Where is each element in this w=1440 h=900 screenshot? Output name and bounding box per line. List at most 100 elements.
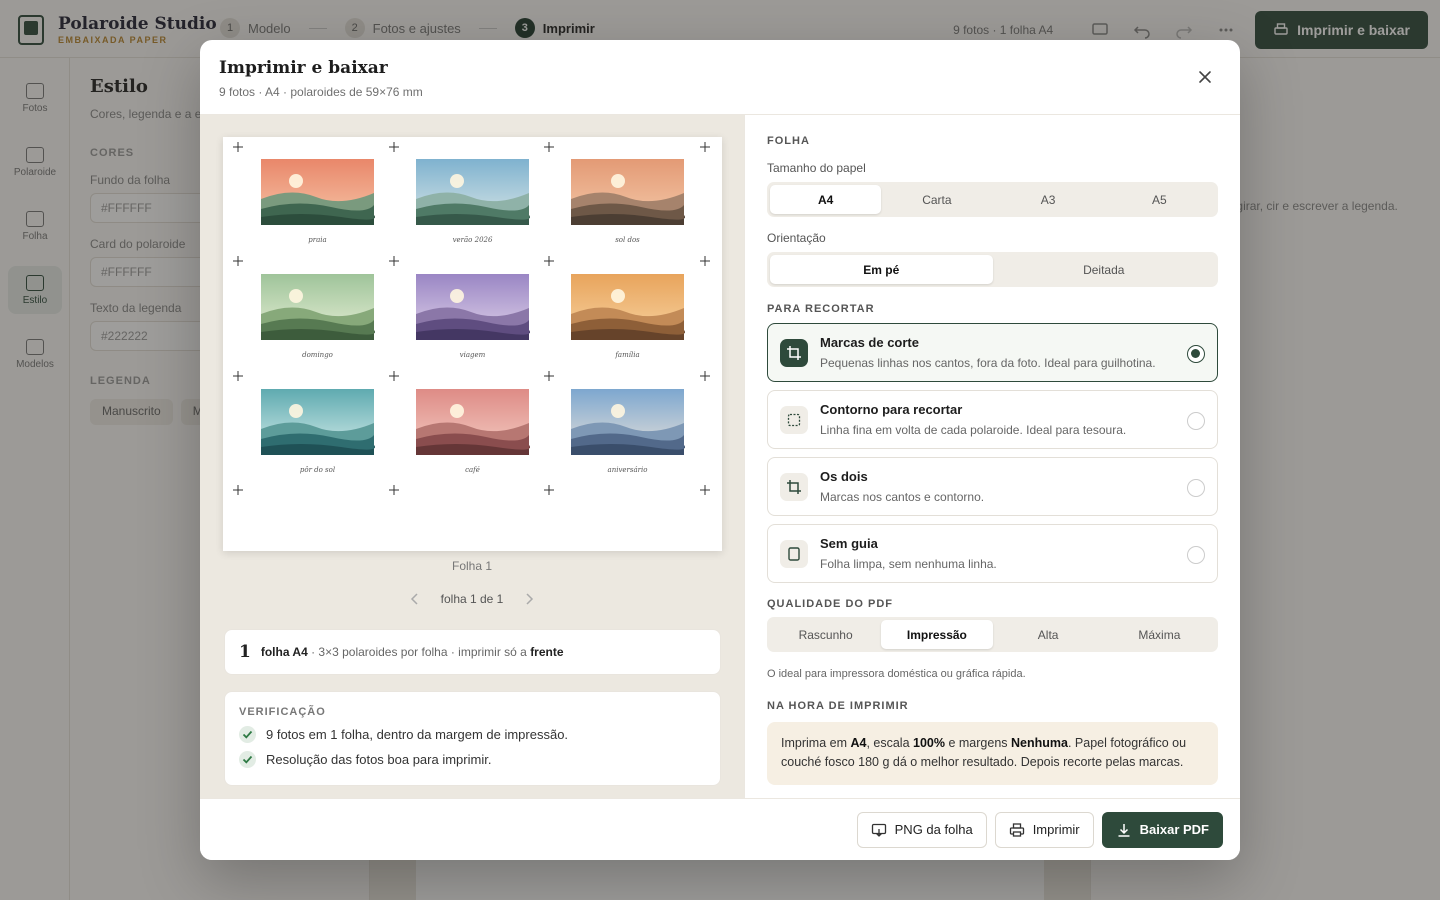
sheet-label: Folha 1: [451, 559, 493, 573]
sun-shape: [611, 289, 625, 303]
crop-mark: [233, 485, 243, 495]
quality-option-alta[interactable]: Alta: [993, 620, 1104, 649]
sun-shape: [611, 404, 625, 418]
chevron-right-icon[interactable]: [521, 591, 537, 607]
pager-label: folha 1 de 1: [440, 592, 504, 606]
crop-mark: [389, 142, 399, 152]
png-download-button[interactable]: PNG da folha: [856, 811, 987, 848]
paper-option-carta[interactable]: Carta: [881, 185, 992, 214]
guide-option-title: Os dois: [820, 469, 868, 484]
verification-box: VERIFICAÇÃO 9 fotos em 1 folha, dentro d…: [224, 691, 721, 786]
sheet-preview: praia verão 2026 sol dos domingo viagem famíl…: [223, 137, 722, 551]
orientation-landscape[interactable]: Deitada: [993, 255, 1216, 284]
print-summary: 1 folha A4 · 3×3 polaroides por folha · …: [224, 629, 721, 675]
crop-mark: [233, 371, 243, 381]
quality-option-rascunho[interactable]: Rascunho: [770, 620, 881, 649]
sun-shape: [289, 174, 303, 188]
paper-option-a3[interactable]: A3: [993, 185, 1104, 214]
quality-option-maxima[interactable]: Máxima: [1104, 620, 1215, 649]
preview-pane: praia verão 2026 sol dos domingo viagem famíl…: [200, 115, 744, 798]
print-label: Imprimir: [1032, 822, 1080, 837]
crop-mark: [233, 256, 243, 266]
summary-detail: · 3×3 polaroides por folha · imprimir só…: [307, 645, 531, 659]
close-icon[interactable]: [1194, 66, 1216, 88]
paper-option-a5[interactable]: A5: [1104, 185, 1215, 214]
crop-mark: [544, 142, 554, 152]
verification-text: Resolução das fotos boa para imprimir.: [266, 752, 492, 767]
polaroid-caption: sol dos: [615, 236, 640, 244]
verification-text: 9 fotos em 1 folha, dentro da margem de …: [266, 727, 569, 742]
guide-option-desc: Linha fina em volta de cada polaroide. I…: [820, 423, 1127, 437]
guide-option-outline[interactable]: Contorno para recortar Linha fina em vol…: [767, 390, 1218, 449]
crop-mark: [389, 256, 399, 266]
guide-option-title: Marcas de corte: [820, 335, 919, 350]
radio-selected[interactable]: [1187, 345, 1205, 363]
guide-option-both[interactable]: Os dois Marcas nos cantos e contorno.: [767, 457, 1218, 516]
crop-marks-icon: [780, 472, 808, 501]
polaroid-caption: viagem: [460, 351, 486, 359]
section-folha: FOLHA: [767, 135, 810, 147]
quality-selector: Rascunho Impressão Alta Máxima: [767, 617, 1218, 652]
radio-unselected[interactable]: [1187, 412, 1205, 430]
paper-size-label: Tamanho do papel: [767, 161, 866, 175]
crop-mark: [389, 371, 399, 381]
crop-mark: [389, 485, 399, 495]
quality-option-impressao[interactable]: Impressão: [881, 620, 993, 649]
dialog-subtitle: 9 fotos · A4 · polaroides de 59×76 mm: [219, 85, 423, 99]
note-scale: 100%: [913, 736, 945, 750]
guide-option-crop-marks[interactable]: Marcas de corte Pequenas linhas nos cant…: [767, 323, 1218, 382]
dialog-title: Imprimir e baixar: [219, 58, 388, 78]
dialog-footer: PNG da folha Imprimir Baixar PDF: [200, 798, 1240, 860]
note-margins: Nenhuma: [1011, 736, 1068, 750]
radio-unselected[interactable]: [1187, 546, 1205, 564]
summary-text: folha A4 · 3×3 polaroides por folha · im…: [261, 645, 564, 659]
orientation-selector: Em pé Deitada: [767, 252, 1218, 287]
polaroid-caption: aniversário: [608, 466, 648, 474]
sun-shape: [611, 174, 625, 188]
dashed-outline-icon: [780, 405, 808, 434]
polaroid-caption: pôr do sol: [300, 466, 335, 474]
note-paper: A4: [850, 736, 867, 750]
crop-mark: [544, 371, 554, 381]
guide-option-desc: Folha limpa, sem nenhuma linha.: [820, 557, 997, 571]
polaroid-caption: verão 2026: [453, 236, 493, 244]
sheet-pager: folha 1 de 1: [200, 591, 744, 607]
section-recortar: PARA RECORTAR: [767, 303, 875, 315]
print-instructions: Imprima em A4, escala 100% e margens Nen…: [767, 722, 1218, 785]
note-text: , escala: [866, 736, 913, 750]
summary-side: frente: [530, 645, 564, 659]
sun-shape: [450, 174, 464, 188]
crop-mark: [700, 371, 710, 381]
crop-mark: [544, 485, 554, 495]
guide-option-desc: Pequenas linhas nos cantos, fora da foto…: [820, 356, 1156, 370]
sheet-preview-drawing: praia verão 2026 sol dos domingo viagem famíl…: [233, 142, 710, 495]
note-text: e margens: [944, 736, 1011, 750]
sun-shape: [289, 289, 303, 303]
orientation-label: Orientação: [767, 231, 826, 245]
section-qualidade: QUALIDADE DO PDF: [767, 598, 893, 610]
crop-mark: [544, 256, 554, 266]
polaroid-caption: família: [614, 351, 639, 359]
sun-shape: [450, 289, 464, 303]
verification-item: 9 fotos em 1 folha, dentro da margem de …: [239, 726, 706, 743]
orientation-portrait[interactable]: Em pé: [770, 255, 993, 284]
download-pdf-label: Baixar PDF: [1139, 822, 1209, 837]
check-icon: [239, 726, 256, 743]
polaroid-caption: café: [465, 466, 480, 474]
radio-unselected[interactable]: [1187, 479, 1205, 497]
print-button[interactable]: Imprimir: [994, 811, 1094, 848]
check-icon: [239, 751, 256, 768]
printer-icon: [1009, 822, 1024, 837]
verification-title: VERIFICAÇÃO: [239, 706, 326, 718]
verification-item: Resolução das fotos boa para imprimir.: [239, 751, 706, 768]
download-pdf-button[interactable]: Baixar PDF: [1101, 811, 1223, 848]
guide-option-title: Contorno para recortar: [820, 402, 963, 417]
summary-count: 1: [239, 642, 251, 662]
guide-option-none[interactable]: Sem guia Folha limpa, sem nenhuma linha.: [767, 524, 1218, 583]
polaroid-caption: domingo: [302, 351, 333, 359]
summary-sheet: folha A4: [260, 645, 308, 659]
guide-option-title: Sem guia: [820, 536, 878, 551]
chevron-left-icon[interactable]: [407, 591, 423, 607]
paper-option-a4[interactable]: A4: [770, 185, 882, 214]
sun-shape: [289, 404, 303, 418]
